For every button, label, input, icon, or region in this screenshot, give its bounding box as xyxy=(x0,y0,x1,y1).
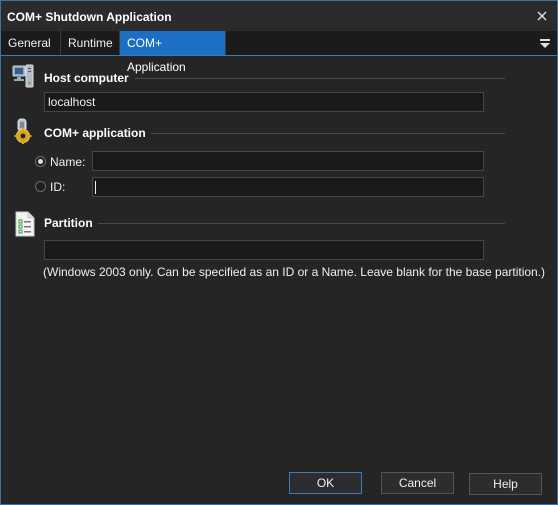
title-bar[interactable]: COM+ Shutdown Application xyxy=(1,1,557,31)
close-icon xyxy=(537,11,547,21)
partition-section-title: Partition xyxy=(44,216,93,230)
host-section-title: Host computer xyxy=(44,71,129,85)
cancel-button[interactable]: Cancel xyxy=(381,472,454,494)
partition-hint: (Windows 2003 only. Can be specified as … xyxy=(43,265,546,279)
id-radio[interactable] xyxy=(35,181,46,192)
tab-bar: General Runtime COM+ Application xyxy=(1,31,557,74)
ok-button[interactable]: OK xyxy=(289,472,362,494)
application-section-title: COM+ application xyxy=(44,126,146,140)
application-id-input[interactable] xyxy=(92,177,484,197)
host-section-divider xyxy=(135,78,505,79)
document-icon xyxy=(15,211,35,237)
gear-icon xyxy=(14,118,32,144)
computer-icon xyxy=(12,64,34,88)
help-button[interactable]: Help xyxy=(469,473,542,495)
window-title: COM+ Shutdown Application xyxy=(7,10,172,24)
text-caret xyxy=(95,181,96,194)
application-name-input[interactable] xyxy=(92,151,484,171)
tab-menu-icon[interactable] xyxy=(539,37,551,49)
name-radio[interactable] xyxy=(35,156,46,167)
close-button[interactable] xyxy=(527,1,557,31)
tab-general[interactable]: General xyxy=(1,31,61,55)
tab-com-application[interactable]: COM+ Application xyxy=(120,31,226,74)
partition-input[interactable] xyxy=(44,240,484,260)
application-section-divider xyxy=(151,133,505,134)
host-computer-input[interactable]: localhost xyxy=(44,92,484,112)
id-radio-label: ID: xyxy=(50,180,66,194)
partition-section-divider xyxy=(98,223,505,224)
name-radio-label: Name: xyxy=(50,155,86,169)
tab-runtime[interactable]: Runtime xyxy=(61,31,120,55)
dialog-window: COM+ Shutdown Application General Runtim… xyxy=(0,0,558,505)
